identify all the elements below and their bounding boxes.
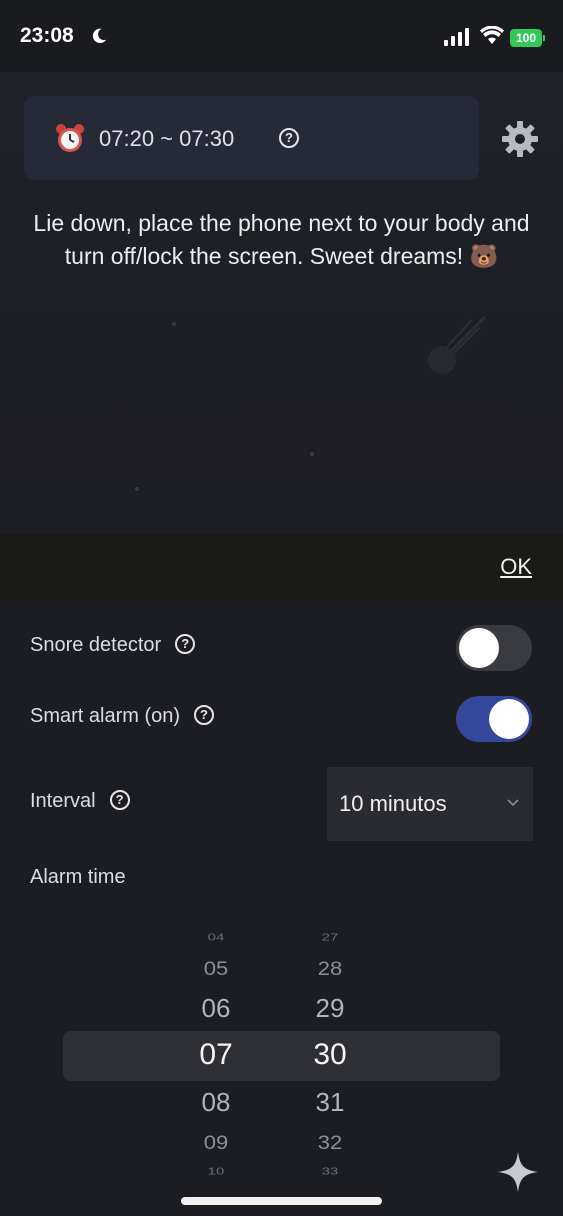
help-icon[interactable]: ? bbox=[194, 704, 215, 725]
status-time: 23:08 bbox=[20, 24, 74, 47]
alarm-range-card[interactable]: 07:20 ~ 07:30 ? bbox=[24, 96, 479, 180]
picker-option[interactable]: 08 bbox=[176, 1087, 256, 1118]
snore-detector-label: Snore detector bbox=[30, 634, 162, 656]
interval-select[interactable]: 10 minutos bbox=[327, 767, 533, 841]
toggle-knob bbox=[489, 699, 529, 739]
wifi-icon bbox=[480, 26, 504, 44]
sleep-settings: Snore detector? Smart alarm (on)? Interv… bbox=[0, 600, 563, 1216]
ok-button[interactable]: OK bbox=[500, 554, 532, 580]
smart-alarm-label: Smart alarm (on) bbox=[30, 705, 181, 727]
chevron-down-icon bbox=[507, 799, 519, 807]
snore-detector-toggle[interactable] bbox=[456, 625, 532, 671]
picker-option[interactable]: 04 bbox=[176, 932, 256, 944]
picker-option[interactable]: 09 bbox=[176, 1131, 256, 1154]
help-icon[interactable]: ? bbox=[279, 128, 299, 148]
picker-option[interactable]: 10 bbox=[176, 1166, 256, 1178]
picker-option[interactable]: 27 bbox=[290, 932, 370, 944]
picker-option[interactable]: 05 bbox=[176, 957, 256, 980]
moon-icon bbox=[92, 28, 107, 44]
meteor-icon bbox=[428, 315, 487, 374]
toggle-knob bbox=[459, 628, 499, 668]
battery-indicator: 100 bbox=[510, 29, 542, 47]
sleep-hero: 07:20 ~ 07:30 ? Lie down, place the phon… bbox=[0, 72, 563, 534]
star-dot bbox=[135, 487, 139, 491]
interval-value: 10 minutos bbox=[339, 791, 447, 816]
gear-icon[interactable] bbox=[500, 119, 540, 159]
alarm-time-label: Alarm time bbox=[30, 866, 126, 888]
picker-option[interactable]: 28 bbox=[290, 957, 370, 980]
help-icon[interactable]: ? bbox=[109, 789, 130, 810]
help-icon[interactable]: ? bbox=[175, 633, 196, 654]
picker-option[interactable]: 31 bbox=[290, 1087, 370, 1118]
picker-selected-value[interactable]: 30 bbox=[290, 1038, 370, 1072]
home-indicator[interactable] bbox=[181, 1197, 382, 1205]
picker-option[interactable]: 32 bbox=[290, 1131, 370, 1154]
picker-selected-value[interactable]: 07 bbox=[176, 1038, 256, 1072]
confirm-strip: OK bbox=[0, 534, 563, 600]
alarm-time-picker: 04 05 06 07 08 09 10 27 28 29 30 31 32 33 bbox=[0, 900, 563, 1216]
sleep-instructions: Lie down, place the phone next to your b… bbox=[33, 210, 530, 269]
interval-label: Interval bbox=[30, 790, 96, 812]
status-bar: 23:08 100 bbox=[0, 0, 563, 72]
star-dot bbox=[310, 452, 314, 456]
alarm-range-text: 07:20 ~ 07:30 bbox=[99, 126, 235, 151]
sparkle-icon[interactable] bbox=[496, 1150, 540, 1194]
alarm-clock-icon bbox=[56, 124, 84, 152]
interval-row: Interval? bbox=[30, 789, 130, 813]
battery-tip bbox=[543, 35, 545, 41]
star-dot bbox=[172, 322, 176, 326]
smart-alarm-toggle[interactable] bbox=[456, 696, 532, 742]
picker-option[interactable]: 33 bbox=[290, 1166, 370, 1178]
snore-detector-row: Snore detector? bbox=[30, 633, 196, 657]
picker-selection-band bbox=[63, 1031, 500, 1081]
picker-option[interactable]: 29 bbox=[290, 993, 370, 1024]
picker-option[interactable]: 06 bbox=[176, 993, 256, 1024]
smart-alarm-row: Smart alarm (on)? bbox=[30, 704, 215, 728]
cellular-signal-icon bbox=[444, 28, 469, 46]
